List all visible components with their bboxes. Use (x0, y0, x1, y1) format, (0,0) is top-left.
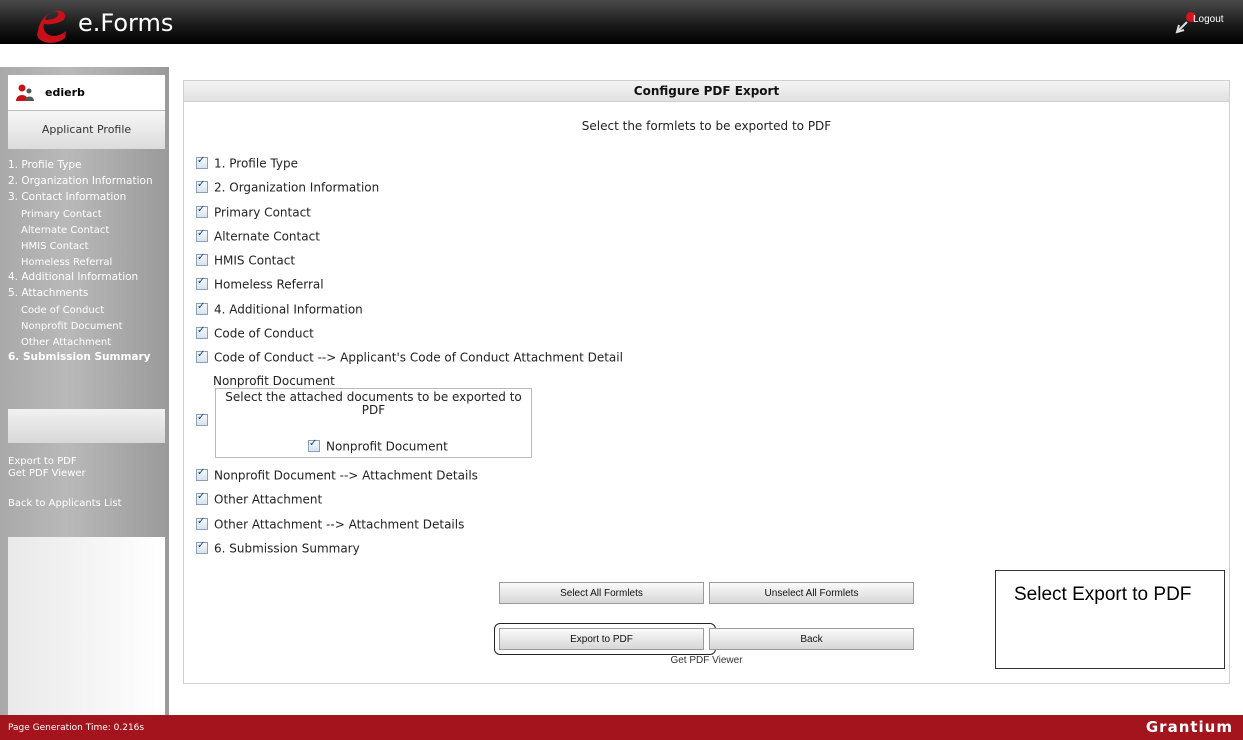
checkbox[interactable] (196, 155, 208, 169)
checkbox[interactable] (196, 204, 208, 218)
checkbox[interactable] (196, 467, 208, 481)
checkbox[interactable] (196, 540, 208, 554)
select-all-button[interactable]: Select All Formlets (499, 582, 704, 604)
formlet-row[interactable]: 1. Profile Type (196, 155, 298, 172)
formlet-label: HMIS Contact (214, 253, 296, 268)
user-box: edierb (8, 75, 165, 111)
app-title: e.Forms (78, 9, 174, 37)
nav-item-primary-contact[interactable]: Primary Contact (8, 207, 165, 223)
formlet-label: Nonprofit Document --> Attachment Detail… (214, 468, 478, 483)
instructions: Select the formlets to be exported to PD… (581, 119, 832, 133)
checkbox[interactable] (196, 276, 208, 290)
sidebar-links: Export to PDF Get PDF Viewer Back to App… (8, 456, 165, 510)
formlet-label: 2. Organization Information (214, 180, 380, 195)
attached-documents-box: Select the attached documents to be expo… (215, 388, 532, 458)
nav-item-profile-type[interactable]: 1. Profile Type (8, 159, 165, 171)
users-icon (16, 84, 34, 101)
formlet-row[interactable]: Homeless Referral (196, 276, 324, 293)
formlet-label: 1. Profile Type (214, 156, 298, 171)
formlet-label: 6. Submission Summary (214, 541, 360, 556)
checkbox[interactable] (196, 516, 208, 530)
formlet-label: Other Attachment --> Attachment Details (214, 517, 465, 532)
formlet-label: 4. Additional Information (214, 302, 363, 317)
sidebar-nav: 1. Profile Type 2. Organization Informat… (8, 159, 165, 367)
export-to-pdf-button[interactable]: Export to PDF (499, 628, 704, 650)
panel-title: Configure PDF Export (184, 81, 1229, 102)
formlet-row[interactable]: Primary Contact (196, 204, 311, 221)
unselect-all-button[interactable]: Unselect All Formlets (709, 582, 914, 604)
formlet-row[interactable]: Code of Conduct (196, 325, 314, 342)
formlet-row[interactable]: Other Attachment (196, 491, 323, 508)
top-header: e.Forms Logout (0, 0, 1243, 44)
sidebar-bottom-block (8, 537, 165, 715)
formlet-label: Primary Contact (214, 205, 311, 220)
logout-link[interactable]: Logout (1193, 14, 1224, 25)
footer: Page Generation Time: 0.216s Grantium (0, 715, 1243, 740)
sidebar: edierb Applicant Profile 1. Profile Type… (0, 67, 169, 715)
nav-item-hmis-contact[interactable]: HMIS Contact (8, 239, 165, 255)
nav-item-additional-information[interactable]: 4. Additional Information (8, 271, 165, 283)
nav-item-contact-information[interactable]: 3. Contact Information (8, 191, 165, 203)
checkbox[interactable] (196, 349, 208, 363)
formlet-row[interactable]: HMIS Contact (196, 252, 296, 269)
back-button[interactable]: Back (709, 628, 914, 650)
eforms-logo-icon (37, 10, 66, 43)
formlet-label: Other Attachment (214, 492, 323, 507)
formlet-row[interactable]: 6. Submission Summary (196, 540, 360, 557)
generation-time: Page Generation Time: 0.216s (8, 723, 145, 733)
nav-item-alternate-contact[interactable]: Alternate Contact (8, 223, 165, 239)
checkbox[interactable] (308, 438, 320, 452)
checkbox[interactable] (196, 325, 208, 339)
formlet-label: Homeless Referral (214, 277, 324, 292)
formlet-label: Alternate Contact (214, 229, 320, 244)
checkbox[interactable] (196, 228, 208, 242)
formlet-row[interactable]: Code of Conduct --> Applicant's Code of … (196, 349, 623, 366)
formlet-row[interactable]: 2. Organization Information (196, 179, 380, 196)
sidebar-divider-block (8, 409, 165, 443)
nonprofit-document-title: Nonprofit Document (213, 374, 335, 388)
attached-documents-instructions: Select the attached documents to be expo… (225, 390, 522, 417)
nav-item-submission-summary[interactable]: 6. Submission Summary (8, 351, 165, 363)
formlet-row[interactable]: 4. Additional Information (196, 301, 363, 318)
user-name: edierb (45, 86, 85, 99)
checkbox[interactable] (196, 179, 208, 193)
nav-item-attachments[interactable]: 5. Attachments (8, 287, 165, 299)
nav-item-other-attachment[interactable]: Other Attachment (8, 335, 165, 351)
export-pdf-link[interactable]: Export to PDF (8, 456, 165, 468)
nav-item-code-of-conduct[interactable]: Code of Conduct (8, 303, 165, 319)
formlet-row[interactable]: Alternate Contact (196, 228, 320, 245)
section-title: Applicant Profile (8, 111, 165, 149)
checkbox[interactable] (196, 491, 208, 505)
nav-item-nonprofit-document[interactable]: Nonprofit Document (8, 319, 165, 335)
checkbox[interactable] (196, 301, 208, 315)
formlet-row[interactable]: Other Attachment --> Attachment Details (196, 516, 465, 533)
nonprofit-document-checkbox[interactable] (196, 412, 208, 426)
formlet-label: Code of Conduct (214, 326, 314, 341)
attached-document-label: Nonprofit Document (326, 439, 448, 454)
back-to-applicants-link[interactable]: Back to Applicants List (8, 498, 165, 510)
nav-item-homeless-referral[interactable]: Homeless Referral (8, 255, 165, 271)
nav-item-organization-information[interactable]: 2. Organization Information (8, 175, 165, 187)
brand-logo: Grantium (1145, 718, 1233, 736)
formlet-label: Code of Conduct --> Applicant's Code of … (214, 350, 623, 365)
instruction-callout: Select Export to PDF (995, 570, 1225, 669)
get-pdf-viewer-link[interactable]: Get PDF Viewer (8, 468, 165, 480)
attached-document-row[interactable]: Nonprofit Document (308, 438, 448, 454)
formlet-row[interactable]: Nonprofit Document --> Attachment Detail… (196, 467, 478, 484)
checkbox[interactable] (196, 252, 208, 266)
